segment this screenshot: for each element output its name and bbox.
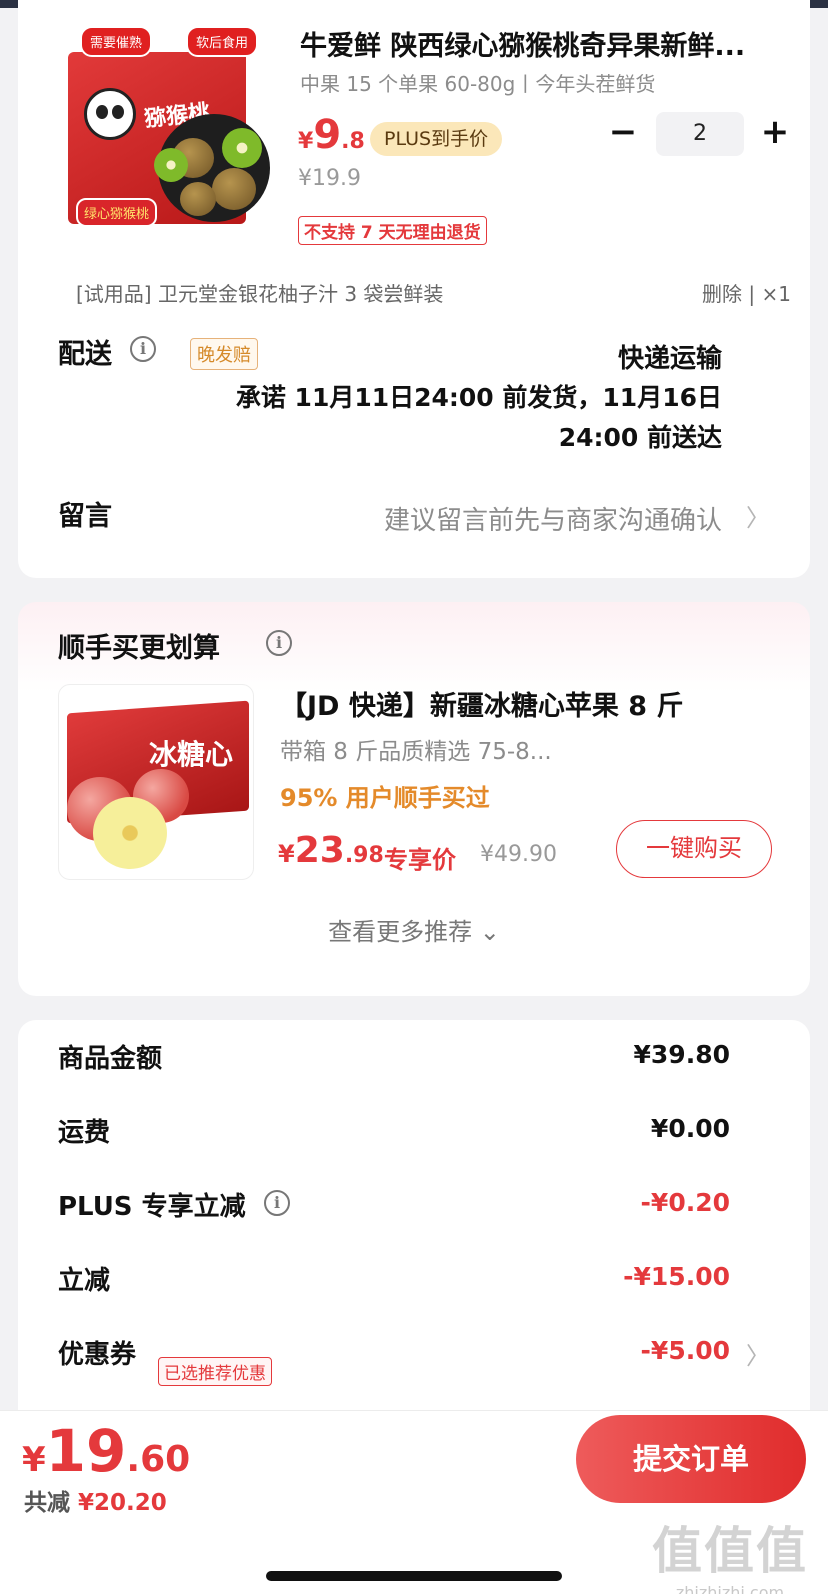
- message-label: 留言: [58, 501, 112, 532]
- more-recommendations-link[interactable]: 查看更多推荐 ⌄: [18, 912, 810, 947]
- recommended-product-name[interactable]: 【JD 快递】新疆冰糖心苹果 8 斤: [280, 684, 683, 723]
- saved-label: 共减: [24, 1490, 79, 1516]
- panda-logo-icon: [84, 88, 136, 140]
- summary-value-goods: ¥39.80: [633, 1040, 730, 1069]
- chevron-right-icon[interactable]: 〉: [746, 498, 770, 533]
- kiwi-slice-icon: [154, 148, 188, 182]
- summary-value-coupon[interactable]: -¥5.00: [641, 1336, 730, 1365]
- product-price: ¥9.8: [298, 112, 365, 158]
- price-currency: ¥: [278, 840, 295, 868]
- no-return-tag: 不支持 7 天无理由退货: [298, 216, 487, 245]
- gift-item-text: [试用品] 卫元堂金银花柚子汁 3 袋尝鲜装: [76, 282, 444, 306]
- recommendation-info-icon[interactable]: i: [266, 630, 292, 656]
- image-tag: 绿心猕猴桃: [76, 198, 158, 227]
- recommended-price: ¥23.98: [278, 830, 384, 871]
- recommendation-title: 顺手买更划算: [58, 633, 220, 664]
- recommended-product-image[interactable]: 冰糖心: [58, 684, 254, 880]
- total-price: ¥19.60: [22, 1417, 190, 1485]
- recommended-original-price: ¥49.90: [480, 842, 557, 867]
- product-title[interactable]: 牛爱鲜 陕西绿心猕猴桃奇异果新鲜...: [300, 24, 776, 63]
- price-currency: ¥: [22, 1440, 46, 1480]
- coupon-tag[interactable]: 已选推荐优惠: [158, 1357, 272, 1386]
- price-integer: 19: [45, 1417, 127, 1485]
- image-tag: 需要催熟: [80, 26, 153, 57]
- site-watermark: 值值值 zhizhizhi.com: [652, 1511, 808, 1594]
- image-box-text: 冰糖心: [149, 738, 234, 771]
- original-price: ¥19.9: [298, 166, 361, 191]
- late-delivery-tag: 晚发赔: [190, 338, 258, 370]
- watermark-logo: 值值值: [652, 1522, 808, 1580]
- total-saved: 共减 ¥20.20: [24, 1483, 167, 1517]
- price-decimal: .98: [344, 843, 384, 868]
- gift-delete-button[interactable]: 删除 | ×1: [702, 278, 791, 307]
- quantity-decrease-button[interactable]: −: [606, 112, 640, 156]
- apple-slice-icon: [93, 797, 167, 869]
- recommendation-card: 顺手买更划算 i 冰糖心 【JD 快递】新疆冰糖心苹果 8 斤 带箱 8 斤品质…: [18, 602, 810, 996]
- recommended-bought-rate: 95% 用户顺手买过: [280, 784, 490, 812]
- summary-label-coupon: 优惠券: [58, 1340, 137, 1370]
- order-summary-card: 商品金额 ¥39.80 运费 ¥0.00 PLUS 专享立减 i -¥0.20 …: [18, 1020, 810, 1440]
- saved-amount: ¥20.20: [78, 1490, 167, 1516]
- kiwi-fruit-icon: [180, 182, 216, 216]
- shipping-method[interactable]: 快递运输: [618, 338, 722, 375]
- message-input[interactable]: 建议留言前先与商家沟通确认: [384, 500, 722, 537]
- delivery-info-icon[interactable]: i: [130, 336, 156, 362]
- product-spec: 中果 15 个单果 60-80g丨今年头茬鲜货: [300, 72, 656, 96]
- recommended-product-spec: 带箱 8 斤品质精选 75-8...: [280, 739, 552, 765]
- plus-info-icon[interactable]: i: [264, 1190, 290, 1216]
- summary-value-discount: -¥15.00: [623, 1262, 730, 1291]
- price-decimal: .8: [341, 129, 365, 154]
- summary-value-plus: -¥0.20: [640, 1188, 730, 1217]
- image-tag: 软后食用: [186, 26, 259, 57]
- submit-order-button[interactable]: 提交订单: [576, 1415, 806, 1503]
- quantity-increase-button[interactable]: +: [758, 112, 792, 156]
- price-integer: 23: [294, 830, 345, 871]
- summary-label-discount: 立减: [58, 1266, 111, 1296]
- price-integer: 9: [313, 112, 342, 158]
- one-click-buy-button[interactable]: 一键购买: [616, 820, 772, 878]
- checkout-bar: ¥19.60 共减 ¥20.20 提交订单 值值值 zhizhizhi.com: [0, 1410, 828, 1594]
- summary-label-plus: PLUS 专享立减: [58, 1192, 246, 1222]
- product-image[interactable]: 猕猴桃 需要催熟 软后食用 绿心猕猴桃: [62, 18, 272, 230]
- summary-value-shipping: ¥0.00: [650, 1114, 730, 1143]
- product-card: 猕猴桃 需要催熟 软后食用 绿心猕猴桃 牛爱鲜 陕西绿心猕猴桃奇异果新鲜... …: [18, 0, 810, 578]
- price-decimal: .60: [126, 1439, 191, 1480]
- summary-label-goods: 商品金额: [58, 1044, 163, 1074]
- summary-label-shipping: 运费: [58, 1118, 111, 1148]
- chevron-right-icon[interactable]: 〉: [746, 1336, 770, 1371]
- shipping-promise: 承诺 11月11日24:00 前发货，11月16日24:00 前送达: [235, 383, 722, 452]
- quantity-input[interactable]: 2: [656, 112, 744, 156]
- price-currency: ¥: [298, 129, 314, 154]
- kiwi-slice-icon: [222, 128, 262, 168]
- plus-price-badge: PLUS到手价: [370, 122, 503, 156]
- recommended-price-label: 专享价: [384, 846, 456, 874]
- kiwi-fruit-icon: [212, 168, 256, 210]
- watermark-url: zhizhizhi.com: [675, 1583, 785, 1594]
- delivery-label: 配送: [58, 339, 112, 370]
- home-indicator[interactable]: [266, 1571, 562, 1581]
